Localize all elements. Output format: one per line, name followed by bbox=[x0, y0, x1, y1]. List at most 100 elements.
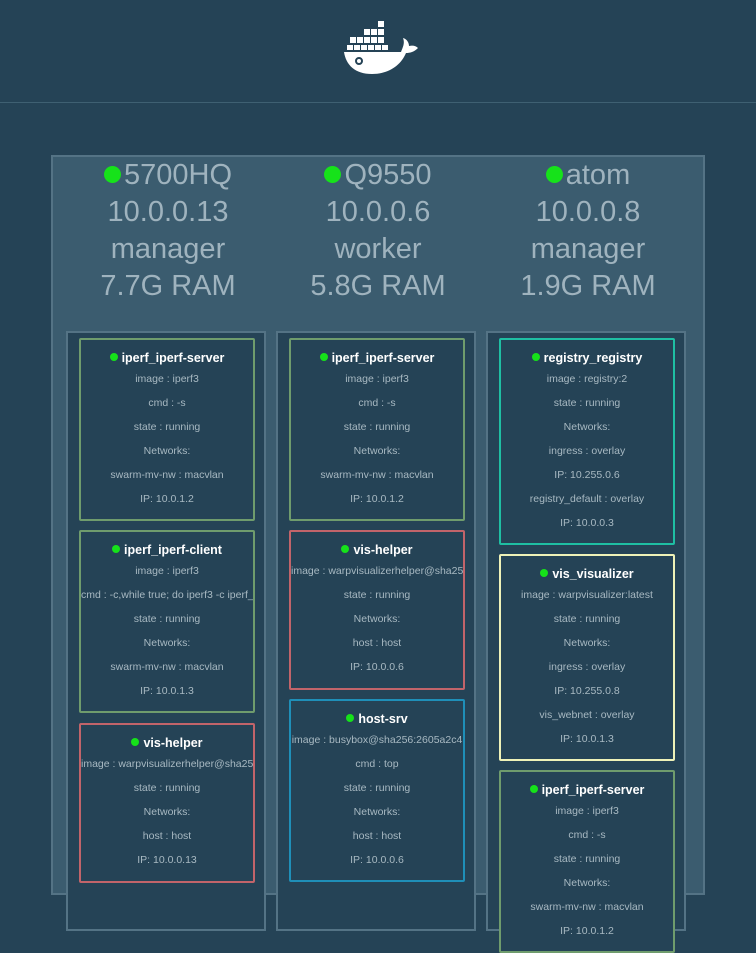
service-name: vis-helper bbox=[353, 543, 413, 557]
service-networks-label: Networks: bbox=[563, 637, 611, 649]
service-network: swarm-mv-nw : macvlan bbox=[110, 661, 224, 673]
service-state: state : running bbox=[343, 589, 411, 601]
docker-whale-logo-icon bbox=[344, 21, 418, 74]
node-role: worker bbox=[334, 233, 422, 265]
status-dot-icon bbox=[540, 569, 549, 577]
service-cmd: cmd : top bbox=[355, 758, 399, 770]
service-title: iperf_iperf-server bbox=[81, 349, 253, 367]
service-title: vis-helper bbox=[81, 734, 253, 752]
service-card[interactable]: registry_registry image : registry:2 sta… bbox=[499, 338, 675, 545]
service-name: vis_visualizer bbox=[552, 567, 634, 581]
service-cmd: cmd : -s bbox=[148, 397, 186, 409]
service-image: image : warpvisualizerhelper@sha256 bbox=[291, 565, 465, 577]
service-network: swarm-mv-nw : macvlan bbox=[530, 901, 644, 913]
service-card[interactable]: vis_visualizer image : warpvisualizer:la… bbox=[499, 554, 675, 761]
service-card[interactable]: iperf_iperf-server image : iperf3 cmd : … bbox=[289, 338, 465, 521]
service-ip: IP: 10.0.0.6 bbox=[350, 661, 404, 673]
service-image: image : busybox@sha256:2605a2c4 bbox=[291, 734, 463, 746]
service-network: ingress : overlay bbox=[548, 445, 626, 457]
status-dot-icon bbox=[319, 353, 328, 361]
node-header: Q9550 10.0.0.6 worker 5.8G RAM bbox=[278, 157, 478, 305]
service-name: iperf_iperf-server bbox=[541, 783, 645, 797]
status-dot-icon bbox=[131, 738, 140, 746]
service-networks-label: Networks: bbox=[353, 806, 401, 818]
service-title: registry_registry bbox=[501, 349, 673, 367]
status-dot-icon bbox=[531, 353, 540, 361]
service-card[interactable]: vis-helper image : warpvisualizerhelper@… bbox=[79, 723, 255, 883]
service-ip: IP: 10.0.1.2 bbox=[140, 493, 194, 505]
service-state: state : running bbox=[343, 782, 411, 794]
service-card[interactable]: iperf_iperf-client image : iperf3 cmd : … bbox=[79, 530, 255, 713]
status-dot-icon bbox=[346, 714, 355, 722]
service-title: iperf_iperf-server bbox=[291, 349, 463, 367]
node-header: atom 10.0.0.8 manager 1.9G RAM bbox=[488, 157, 688, 305]
service-card[interactable]: host-srv image : busybox@sha256:2605a2c4… bbox=[289, 699, 465, 882]
node-ip: 10.0.0.6 bbox=[325, 196, 431, 228]
service-network: ingress : overlay bbox=[548, 661, 626, 673]
service-network: registry_default : overlay bbox=[529, 493, 645, 505]
service-title: iperf_iperf-client bbox=[81, 541, 253, 559]
node-containers: iperf_iperf-server image : iperf3 cmd : … bbox=[276, 331, 476, 931]
service-image: image : registry:2 bbox=[546, 373, 628, 385]
node-role: manager bbox=[530, 233, 646, 265]
service-image: image : warpvisualizer:latest bbox=[521, 589, 653, 601]
service-image: image : iperf3 bbox=[135, 373, 199, 385]
status-dot-icon bbox=[109, 353, 118, 361]
service-ip: IP: 10.0.0.6 bbox=[350, 854, 404, 866]
service-state: state : running bbox=[553, 613, 621, 625]
node-name-row: Q9550 bbox=[278, 157, 478, 194]
service-network: host : host bbox=[352, 830, 402, 842]
node-ram: 7.7G RAM bbox=[100, 270, 236, 302]
header bbox=[0, 0, 756, 103]
node-containers: iperf_iperf-server image : iperf3 cmd : … bbox=[66, 331, 266, 931]
node-name-row: 5700HQ bbox=[68, 157, 268, 194]
service-image: image : iperf3 bbox=[135, 565, 199, 577]
service-ip: IP: 10.0.1.2 bbox=[560, 925, 614, 937]
service-state: state : running bbox=[553, 397, 621, 409]
service-image: image : iperf3 bbox=[555, 805, 619, 817]
service-state: state : running bbox=[133, 782, 201, 794]
service-network: host : host bbox=[142, 830, 192, 842]
service-cmd: cmd : -s bbox=[358, 397, 396, 409]
service-title: host-srv bbox=[291, 710, 463, 728]
status-dot-icon bbox=[103, 166, 121, 183]
node-name: Q9550 bbox=[344, 159, 432, 191]
service-title: iperf_iperf-server bbox=[501, 781, 673, 799]
service-networks-label: Networks: bbox=[563, 421, 611, 433]
service-networks-label: Networks: bbox=[353, 445, 401, 457]
node-name: 5700HQ bbox=[123, 159, 232, 191]
service-state: state : running bbox=[133, 613, 201, 625]
service-cmd: cmd : -s bbox=[568, 829, 606, 841]
service-cmd: cmd : -c,while true; do iperf3 -c iperf_… bbox=[81, 589, 254, 601]
service-title: vis_visualizer bbox=[501, 565, 673, 583]
service-state: state : running bbox=[133, 421, 201, 433]
service-ip: IP: 10.0.1.3 bbox=[140, 685, 194, 697]
service-ip: IP: 10.0.0.13 bbox=[137, 854, 197, 866]
service-networks-label: Networks: bbox=[143, 637, 191, 649]
service-name: iperf_iperf-server bbox=[331, 351, 435, 365]
status-dot-icon bbox=[529, 785, 538, 793]
service-ip: IP: 10.255.0.8 bbox=[554, 685, 620, 697]
service-image: image : warpvisualizerhelper@sha256 bbox=[81, 758, 255, 770]
status-dot-icon bbox=[324, 166, 342, 183]
node-ram: 1.9G RAM bbox=[520, 270, 656, 302]
service-network: swarm-mv-nw : macvlan bbox=[320, 469, 434, 481]
service-name: host-srv bbox=[358, 712, 408, 726]
service-card[interactable]: iperf_iperf-server image : iperf3 cmd : … bbox=[499, 770, 675, 953]
service-networks-label: Networks: bbox=[143, 445, 191, 457]
service-name: vis-helper bbox=[143, 736, 203, 750]
service-ip: IP: 10.0.1.2 bbox=[350, 493, 404, 505]
node-ram: 5.8G RAM bbox=[310, 270, 446, 302]
service-image: image : iperf3 bbox=[345, 373, 409, 385]
service-network: swarm-mv-nw : macvlan bbox=[110, 469, 224, 481]
service-state: state : running bbox=[343, 421, 411, 433]
service-card[interactable]: vis-helper image : warpvisualizerhelper@… bbox=[289, 530, 465, 690]
node-name: atom bbox=[565, 159, 631, 191]
service-networks-label: Networks: bbox=[353, 613, 401, 625]
node-name-row: atom bbox=[488, 157, 688, 194]
service-networks-label: Networks: bbox=[143, 806, 191, 818]
service-card[interactable]: iperf_iperf-server image : iperf3 cmd : … bbox=[79, 338, 255, 521]
service-name: iperf_iperf-server bbox=[121, 351, 225, 365]
service-networks-label: Networks: bbox=[563, 877, 611, 889]
service-title: vis-helper bbox=[291, 541, 463, 559]
